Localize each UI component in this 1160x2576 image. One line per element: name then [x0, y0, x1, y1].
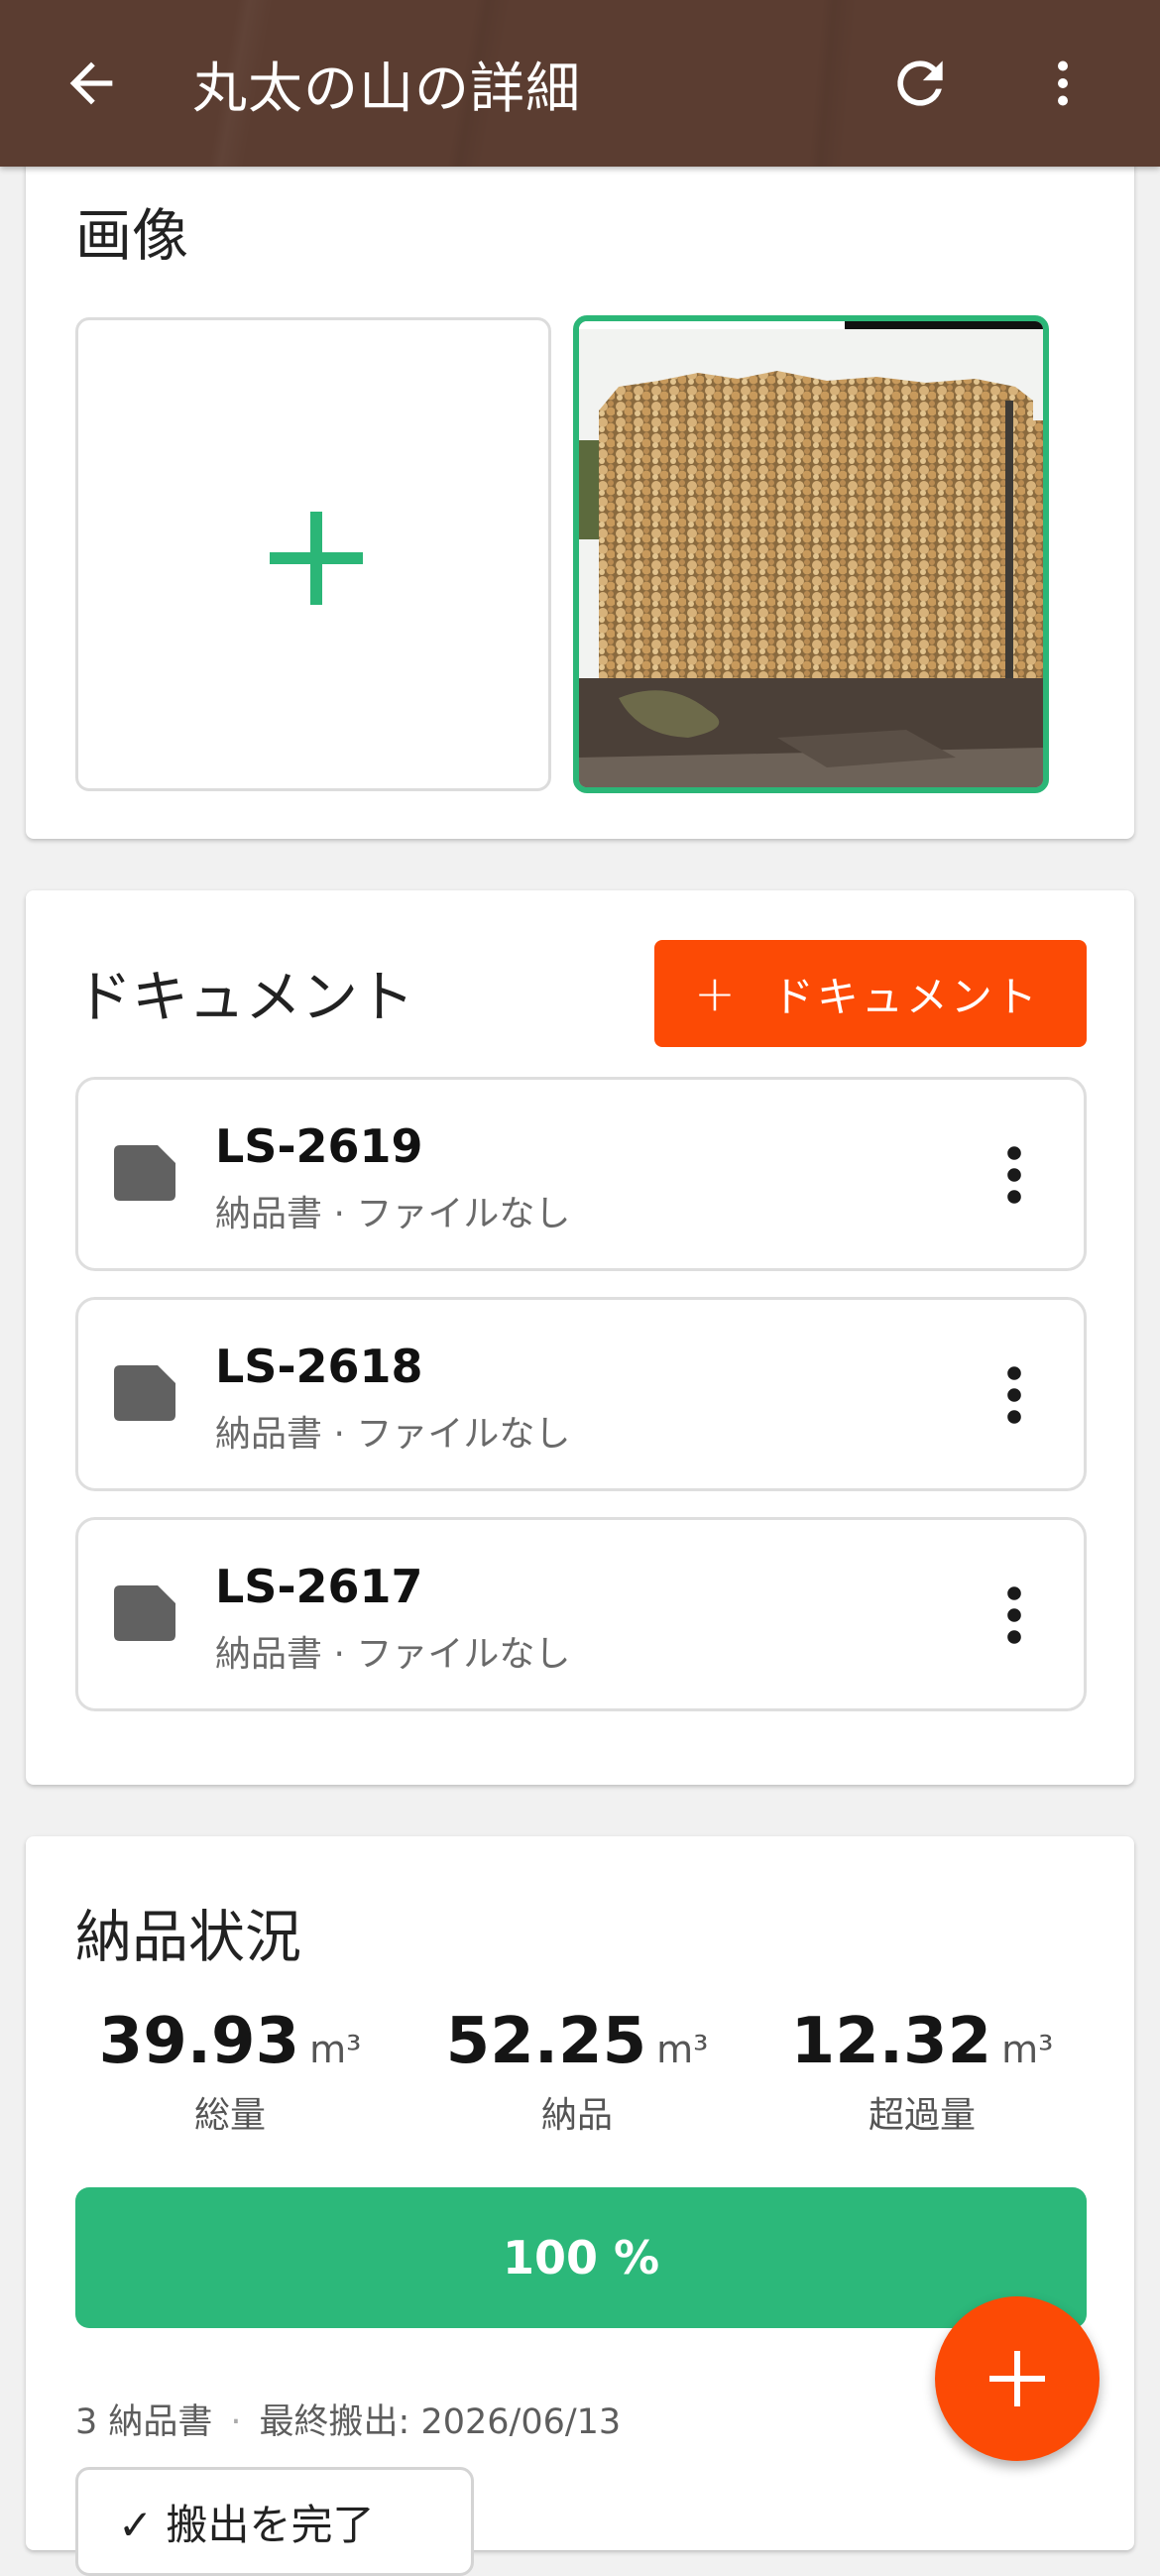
file-icon: [114, 1145, 175, 1201]
delivery-meta: 3 納品書 · 最終搬出: 2026/06/13: [75, 2394, 621, 2444]
separator-dot: ·: [230, 2402, 242, 2442]
document-list-item[interactable]: LS-2617 納品書 · ファイルなし: [75, 1517, 1087, 1711]
documents-card: ドキュメント + ドキュメント LS-2619 納品書 · ファイルなし LS-…: [26, 890, 1134, 1785]
arrow-back-icon[interactable]: [59, 52, 123, 115]
add-image-button[interactable]: [75, 317, 551, 791]
refresh-icon[interactable]: [886, 50, 954, 117]
more-vert-icon[interactable]: [1033, 50, 1093, 117]
add-document-plus-icon: +: [694, 965, 739, 1022]
stat-total-label: 総量: [193, 2095, 266, 2136]
images-section-title: 画像: [75, 203, 188, 269]
stat-excess-label: 超過量: [868, 2095, 976, 2136]
add-document-button[interactable]: + ドキュメント: [654, 940, 1087, 1047]
log-pile-photo[interactable]: [573, 315, 1049, 793]
delivery-progress-bar: 100 %: [75, 2187, 1087, 2328]
images-card: 画像: [26, 139, 1134, 839]
document-subtitle: 納品書 · ファイルなし: [215, 1414, 571, 1455]
plus-icon: [270, 512, 363, 605]
delivery-status-title: 納品状況: [75, 1905, 301, 1970]
delivery-count: 3 納品書: [75, 2402, 213, 2442]
documents-section-title: ドキュメント: [75, 965, 414, 1030]
last-shipment-date: 最終搬出: 2026/06/13: [259, 2402, 622, 2442]
stat-excess: 12.32 m³ 超過量: [754, 2005, 1091, 2138]
more-vert-icon[interactable]: [990, 1363, 1038, 1427]
complete-shipment-button[interactable]: ✓ 搬出を完了: [75, 2467, 474, 2576]
stat-total: 39.93 m³ 総量: [61, 2005, 399, 2138]
plus-icon: [989, 2351, 1045, 2406]
stat-delivered-label: 納品: [540, 2095, 613, 2136]
stacked-logs-photo: [579, 321, 1043, 787]
add-fab-button[interactable]: [935, 2296, 1100, 2461]
document-list-item[interactable]: LS-2619 納品書 · ファイルなし: [75, 1077, 1087, 1271]
document-subtitle: 納品書 · ファイルなし: [215, 1194, 571, 1234]
page-title: 丸太の山の詳細: [192, 57, 582, 120]
complete-shipment-label: ✓ 搬出を完了: [118, 2500, 375, 2549]
stat-excess-value: 12.32: [790, 2005, 992, 2078]
file-icon: [114, 1365, 175, 1421]
document-id: LS-2618: [215, 1340, 423, 1393]
stat-delivered-unit: m³: [656, 2028, 709, 2071]
app-bar: 丸太の山の詳細: [0, 0, 1160, 167]
document-id: LS-2617: [215, 1560, 423, 1613]
document-subtitle: 納品書 · ファイルなし: [215, 1634, 571, 1675]
add-document-label: ドキュメント: [771, 972, 1040, 1021]
stat-total-unit: m³: [309, 2028, 362, 2071]
stat-delivered: 52.25 m³ 納品: [408, 2005, 746, 2138]
stat-excess-unit: m³: [1001, 2028, 1054, 2071]
stat-total-value: 39.93: [98, 2005, 300, 2078]
more-vert-icon[interactable]: [990, 1143, 1038, 1207]
file-icon: [114, 1585, 175, 1641]
document-list-item[interactable]: LS-2618 納品書 · ファイルなし: [75, 1297, 1087, 1491]
more-vert-icon[interactable]: [990, 1583, 1038, 1647]
stat-delivered-value: 52.25: [445, 2005, 647, 2078]
progress-label: 100 %: [502, 2231, 660, 2284]
document-id: LS-2619: [215, 1119, 423, 1173]
